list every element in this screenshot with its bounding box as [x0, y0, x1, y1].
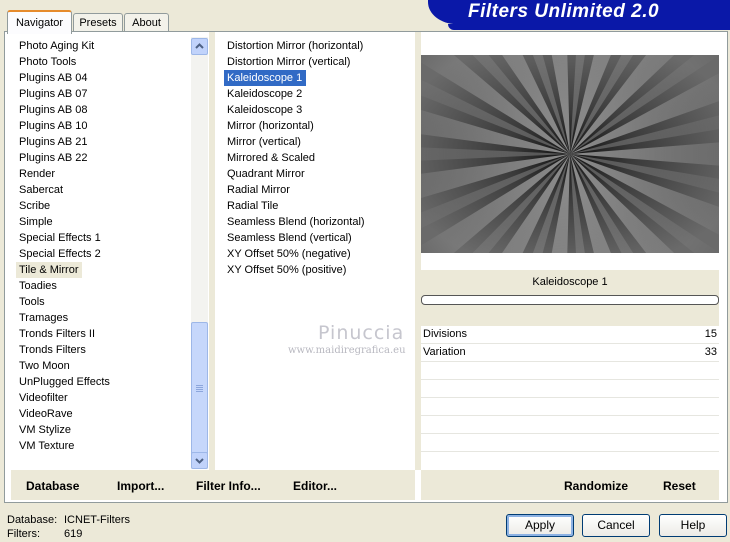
category-item[interactable]: Videofilter: [16, 392, 68, 404]
filter-item[interactable]: Mirror (vertical): [224, 136, 301, 148]
filter-title: Kaleidoscope 1: [532, 276, 608, 288]
category-item[interactable]: Plugins AB 07: [16, 88, 88, 100]
tab-navigator[interactable]: Navigator: [7, 10, 72, 34]
category-item[interactable]: Tramages: [16, 312, 68, 324]
empty-param-row: [421, 363, 719, 380]
category-item[interactable]: Sabercat: [16, 184, 63, 196]
randomize-button[interactable]: Randomize: [564, 479, 628, 493]
category-item[interactable]: Plugins AB 22: [16, 152, 88, 164]
kaleidoscope-preview-image: [421, 55, 719, 253]
category-item[interactable]: Photo Tools: [16, 56, 76, 68]
chevron-up-icon: [195, 43, 204, 49]
filter-item[interactable]: Distortion Mirror (horizontal): [224, 40, 363, 52]
filter-item[interactable]: Radial Tile: [224, 200, 278, 212]
empty-param-row: [421, 435, 719, 452]
category-item[interactable]: VideoRave: [16, 408, 73, 420]
category-item[interactable]: Toadies: [16, 280, 57, 292]
status-filters-value: 619: [64, 528, 83, 540]
empty-param-row: [421, 399, 719, 416]
chevron-down-icon: [195, 458, 204, 464]
tab-presets[interactable]: Presets: [73, 13, 123, 32]
category-item[interactable]: Render: [16, 168, 55, 180]
param-value: 15: [704, 328, 717, 340]
empty-param-row: [421, 381, 719, 398]
status-filters-label: Filters:: [7, 528, 40, 540]
filter-preview: [421, 55, 719, 253]
filter-item[interactable]: Radial Mirror: [224, 184, 290, 196]
category-item[interactable]: Two Moon: [16, 360, 70, 372]
category-item[interactable]: Plugins AB 04: [16, 72, 88, 84]
tab-about[interactable]: About: [124, 13, 169, 32]
category-item[interactable]: UnPlugged Effects: [16, 376, 110, 388]
watermark-name: Pinuccia: [318, 322, 405, 344]
filter-item[interactable]: Mirrored & Scaled: [224, 152, 315, 164]
filter-item[interactable]: XY Offset 50% (negative): [224, 248, 351, 260]
category-item[interactable]: VM Texture: [16, 440, 74, 452]
filter-item[interactable]: Kaleidoscope 2: [224, 88, 302, 100]
database-button[interactable]: Database: [26, 479, 79, 493]
status-database-label: Database:: [7, 514, 58, 526]
category-item[interactable]: Scribe: [16, 200, 50, 212]
filter-item[interactable]: Seamless Blend (vertical): [224, 232, 352, 244]
filter-info-button[interactable]: Filter Info...: [196, 479, 261, 493]
filter-list[interactable]: Distortion Mirror (horizontal) Distortion…: [224, 38, 414, 298]
category-item[interactable]: Plugins AB 08: [16, 104, 88, 116]
filter-item[interactable]: Seamless Blend (horizontal): [224, 216, 365, 228]
banner-shape: [448, 24, 730, 30]
category-item[interactable]: VM Stylize: [16, 424, 71, 436]
filter-item[interactable]: Kaleidoscope 3: [224, 104, 302, 116]
empty-param-row: [421, 417, 719, 434]
scroll-thumb[interactable]: [191, 322, 208, 460]
banner-title: Filters Unlimited 2.0: [468, 1, 660, 22]
apply-button[interactable]: Apply: [506, 514, 574, 537]
scroll-down-button[interactable]: [191, 452, 208, 469]
param-variation[interactable]: Variation 33: [421, 345, 719, 362]
param-value: 33: [704, 346, 717, 358]
scroll-up-button[interactable]: [191, 38, 208, 55]
category-item[interactable]: Tronds Filters: [16, 344, 86, 356]
category-item[interactable]: Photo Aging Kit: [16, 40, 94, 52]
editor-button[interactable]: Editor...: [293, 479, 337, 493]
watermark-url: www.maidiregrafica.eu: [288, 345, 406, 356]
category-item[interactable]: Plugins AB 21: [16, 136, 88, 148]
progress-bar: [421, 295, 719, 305]
cancel-button[interactable]: Cancel: [582, 514, 650, 537]
filter-item[interactable]: XY Offset 50% (positive): [224, 264, 346, 276]
category-list[interactable]: Photo Aging Kit Photo Tools Plugins AB 04 P…: [16, 38, 191, 468]
filter-item[interactable]: Kaleidoscope 1: [224, 70, 307, 86]
param-label: Variation: [423, 346, 466, 358]
category-item[interactable]: Simple: [16, 216, 53, 228]
filter-item[interactable]: Distortion Mirror (vertical): [224, 56, 350, 68]
filter-item[interactable]: Quadrant Mirror: [224, 168, 305, 180]
category-item[interactable]: Tronds Filters II: [16, 328, 95, 340]
param-divisions[interactable]: Divisions 15: [421, 327, 719, 344]
import-button[interactable]: Import...: [117, 479, 164, 493]
column-divider: [209, 32, 215, 470]
category-item[interactable]: Tools: [16, 296, 45, 308]
help-button[interactable]: Help: [659, 514, 727, 537]
title-banner: Filters Unlimited 2.0: [428, 0, 730, 24]
category-item[interactable]: Tile & Mirror: [16, 262, 83, 278]
reset-button[interactable]: Reset: [663, 479, 696, 493]
status-database-value: ICNET-Filters: [64, 514, 130, 526]
param-label: Divisions: [423, 328, 468, 340]
filter-item[interactable]: Mirror (horizontal): [224, 120, 314, 132]
category-scrollbar[interactable]: [191, 37, 208, 469]
category-item[interactable]: Plugins AB 10: [16, 120, 88, 132]
category-item[interactable]: Special Effects 2: [16, 248, 101, 260]
category-item[interactable]: Special Effects 1: [16, 232, 101, 244]
